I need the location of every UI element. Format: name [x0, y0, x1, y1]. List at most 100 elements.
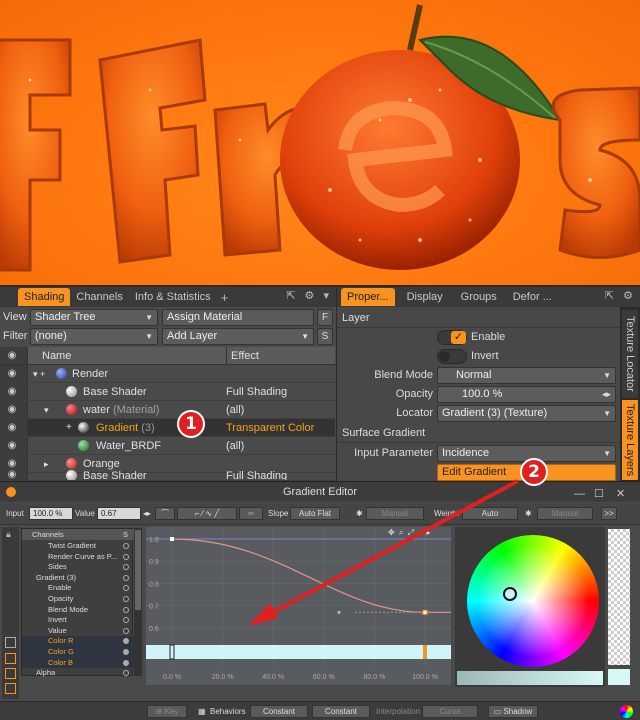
channel-status-icon[interactable] — [123, 564, 129, 571]
tab-shading[interactable]: Shading — [18, 288, 71, 306]
tab-info-statistics[interactable]: Info & Statistics — [129, 288, 217, 306]
locator-dropdown[interactable]: Gradient (3) (Texture) ▼ — [437, 405, 616, 422]
enable-toggle[interactable]: ✓ — [437, 330, 467, 345]
expand-icon[interactable]: ▾ — [44, 401, 49, 419]
tab-properties[interactable]: Proper... — [341, 288, 395, 306]
blend-mode-dropdown[interactable]: Normal ▼ — [437, 367, 616, 384]
slider-arrows-icon[interactable]: ◂▸ — [602, 387, 611, 402]
key-button[interactable]: ⊕ Key — [147, 705, 187, 718]
slider-arrows-icon[interactable]: ◂▸ — [143, 507, 151, 521]
channel-row[interactable]: Enable — [22, 583, 134, 594]
channel-status-icon[interactable] — [123, 659, 129, 666]
weight-manual-dropdown[interactable]: Manual — [537, 507, 593, 520]
brightness-strip[interactable] — [608, 529, 630, 665]
channel-status-icon[interactable] — [123, 574, 129, 581]
opacity-field[interactable]: 100.0 % ◂▸ — [437, 386, 616, 403]
tab-deformers[interactable]: Defor ... — [507, 288, 558, 306]
tree-row-gradient[interactable]: ◉ + Gradient (3) Transparent Color — [0, 419, 335, 437]
weight-dropdown[interactable]: Auto — [462, 507, 518, 520]
value-field[interactable]: 0.67 — [97, 507, 141, 520]
filter-dropdown[interactable]: (none) ▼ — [30, 328, 158, 345]
snap-buttons[interactable]: ▫▫ — [239, 507, 263, 520]
view-dropdown[interactable]: Shader Tree ▼ — [30, 309, 158, 326]
maximize-icon[interactable]: ☐ — [594, 484, 604, 504]
invert-toggle[interactable] — [437, 349, 467, 364]
channel-status-icon[interactable] — [123, 585, 129, 592]
eye-icon[interactable]: ◉ — [6, 422, 18, 434]
zoom-tool-icon[interactable] — [5, 683, 16, 694]
color-ball-icon[interactable] — [620, 705, 633, 718]
panel-tools-icon[interactable]: ⇱ ⚙ ▾ — [286, 289, 332, 302]
render-viewport[interactable] — [0, 0, 640, 285]
curve-dropdown[interactable]: Curve — [422, 705, 478, 718]
lock-icon[interactable]: 🔒︎ — [6, 529, 11, 540]
eye-icon[interactable]: ◉ — [6, 404, 18, 416]
channel-row[interactable]: Color G — [22, 647, 134, 658]
channel-row[interactable]: Render Curve as P... — [22, 552, 134, 563]
tab-channels[interactable]: Channels — [70, 288, 128, 306]
slope-dropdown[interactable]: Auto Flat — [290, 507, 340, 520]
tree-row-render[interactable]: ◉ ▾ + Render — [0, 365, 335, 383]
graph-tools-icon[interactable]: ✥ ⌕ ⤢ ◂ ▸ — [388, 528, 432, 538]
channel-status-icon[interactable] — [123, 553, 129, 560]
color-wheel[interactable] — [467, 535, 599, 667]
tree-row-base-shader-2[interactable]: ◉ Base Shader Full Shading — [0, 469, 335, 481]
channel-status-icon[interactable] — [123, 649, 129, 655]
slope-manual-dropdown[interactable]: Manual — [366, 507, 424, 520]
gear-icon[interactable]: ✱ — [525, 507, 532, 521]
channel-row[interactable]: Sides — [22, 562, 134, 573]
curve-tool-icon[interactable] — [5, 637, 16, 648]
eye-icon[interactable]: ◉ — [6, 469, 18, 480]
channel-status-icon[interactable] — [123, 627, 129, 634]
column-header-name[interactable]: Name — [42, 347, 71, 365]
color-wheel-cursor[interactable] — [503, 587, 517, 601]
channel-row[interactable]: Twist Gradient — [22, 541, 134, 552]
channel-row[interactable]: Color B — [22, 657, 134, 669]
eye-icon[interactable]: ◉ — [6, 440, 18, 452]
color-swatch-bar[interactable] — [457, 671, 603, 685]
shadow-button[interactable]: ▭ Shadow — [488, 705, 538, 718]
channel-status-icon[interactable] — [123, 617, 129, 624]
alpha-swatch[interactable] — [608, 669, 630, 685]
key-tangent-buttons[interactable]: ⌒ — [155, 507, 175, 520]
channel-row[interactable]: Blend Mode — [22, 605, 134, 616]
expand-icon[interactable]: + — [66, 419, 72, 437]
key-tool-icon[interactable] — [5, 653, 16, 664]
pre-behavior-dropdown[interactable]: Constant — [250, 705, 308, 718]
assign-material-button[interactable]: Assign Material — [162, 309, 314, 326]
eye-icon[interactable]: ◉ — [6, 368, 18, 380]
channel-row[interactable]: Color R — [22, 636, 134, 647]
tab-display[interactable]: Display — [401, 288, 449, 306]
scrollbar-thumb[interactable] — [135, 530, 141, 610]
minimize-icon[interactable]: — — [574, 484, 585, 504]
close-icon[interactable]: ✕ — [616, 484, 625, 504]
eye-icon[interactable]: ◉ — [6, 386, 18, 398]
gear-icon[interactable]: ✱ — [356, 507, 363, 521]
add-tab-icon[interactable]: + — [217, 290, 233, 305]
tab-groups[interactable]: Groups — [455, 288, 503, 306]
tree-row-water-brdf[interactable]: ◉ Water_BRDF (all) — [0, 437, 335, 455]
s-key-button[interactable]: S — [317, 328, 333, 345]
channels-scrollbar[interactable] — [134, 528, 142, 676]
interpolation-buttons[interactable]: ⌐ ⁄ ∿ ╱ — [177, 507, 237, 520]
channel-row[interactable]: Opacity — [22, 594, 134, 605]
channel-status-icon[interactable] — [123, 543, 129, 549]
channel-row[interactable]: Gradient (3) — [22, 573, 134, 584]
f-key-button[interactable]: F — [317, 309, 333, 326]
channel-row[interactable]: Alpha — [22, 668, 134, 679]
expand-icon[interactable]: ▾ + — [33, 365, 45, 383]
tree-row-base-shader[interactable]: ◉ Base Shader Full Shading — [0, 383, 335, 401]
post-behavior-dropdown[interactable]: Constant — [312, 705, 370, 718]
more-button[interactable]: >> — [601, 507, 617, 520]
side-tab-texture-layers[interactable]: Texture Layers — [622, 400, 638, 480]
channel-row[interactable]: Invert — [22, 615, 134, 626]
input-field[interactable]: 100.0 % — [29, 507, 73, 520]
channel-status-icon[interactable] — [123, 606, 129, 613]
panel-tools-icon[interactable]: ⇱ ⚙ — [605, 289, 636, 302]
channel-row[interactable]: Value — [22, 626, 134, 637]
column-header-effect[interactable]: Effect — [226, 347, 336, 365]
frame-tool-icon[interactable] — [5, 668, 16, 679]
channel-status-icon[interactable] — [123, 638, 129, 645]
channel-status-icon[interactable] — [123, 596, 129, 602]
side-tab-texture-locator[interactable]: Texture Locator — [622, 310, 638, 398]
